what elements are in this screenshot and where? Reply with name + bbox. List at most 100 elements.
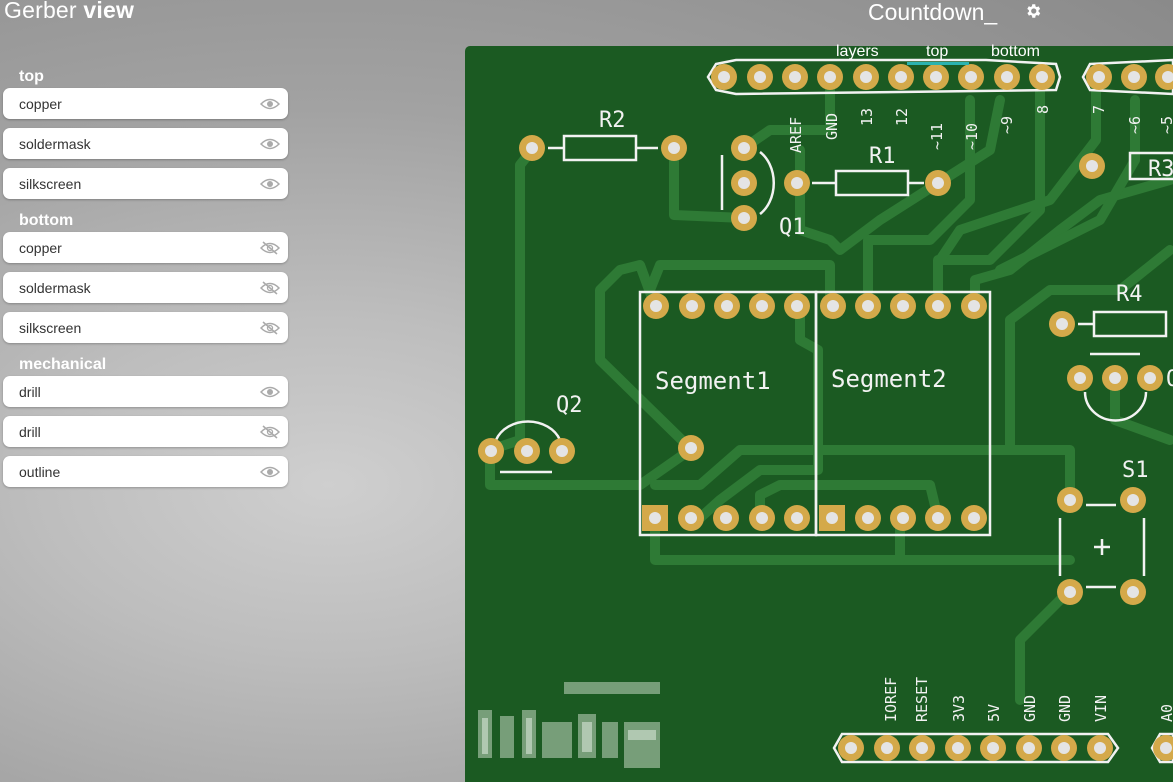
drill-hole — [1093, 71, 1105, 83]
label-q2: Q2 — [556, 393, 583, 418]
layer-panel: top copper soldermask silkscreen bottom … — [3, 64, 288, 496]
drill-hole — [1128, 71, 1140, 83]
drill-hole — [1109, 372, 1121, 384]
drill-hole — [897, 512, 909, 524]
drill-hole — [485, 445, 497, 457]
active-tab-indicator — [907, 62, 969, 65]
drill-hole — [789, 71, 801, 83]
drill-hole — [649, 512, 661, 524]
drill-hole — [930, 71, 942, 83]
pin-label: 7 — [1090, 105, 1108, 114]
drill-hole — [756, 512, 768, 524]
tab-bottom[interactable]: bottom — [991, 43, 1040, 61]
drill-hole — [862, 512, 874, 524]
pin-label: GND — [823, 113, 841, 140]
drill-hole — [932, 512, 944, 524]
drill-hole — [881, 742, 893, 754]
drill-hole — [738, 212, 750, 224]
gear-icon[interactable] — [1024, 2, 1042, 20]
layer-bottom-silkscreen[interactable]: silkscreen — [3, 312, 288, 343]
tab-layers[interactable]: layers — [836, 43, 879, 61]
group-label-bottom: bottom — [19, 212, 74, 229]
drill-hole — [1023, 742, 1035, 754]
drill-hole — [738, 142, 750, 154]
drill-hole — [791, 300, 803, 312]
layer-bottom-soldermask[interactable]: soldermask — [3, 272, 288, 303]
pin-label: ~6 — [1126, 116, 1144, 134]
eye-icon[interactable] — [260, 97, 280, 111]
drill-hole — [932, 177, 944, 189]
label-r3: R3 — [1148, 157, 1173, 182]
drill-hole — [1127, 494, 1139, 506]
layer-label: copper — [19, 239, 62, 256]
eye-icon[interactable] — [260, 137, 280, 151]
drill-hole — [791, 177, 803, 189]
drill-hole — [987, 742, 999, 754]
eye-icon[interactable] — [260, 385, 280, 399]
pin-label: 12 — [893, 108, 911, 126]
eye-off-icon[interactable] — [260, 240, 280, 255]
drill-hole — [968, 300, 980, 312]
layer-label: copper — [19, 95, 62, 112]
drill-hole — [862, 300, 874, 312]
drill-hole — [845, 742, 857, 754]
drill-hole — [1036, 71, 1048, 83]
drill-hole — [965, 71, 977, 83]
board-logo-blurred — [478, 682, 668, 772]
pin-label: RESET — [913, 677, 931, 722]
drill-hole — [952, 742, 964, 754]
drill-hole — [1074, 372, 1086, 384]
layer-top-silkscreen[interactable]: silkscreen — [3, 168, 288, 199]
layer-label: drill — [19, 383, 41, 400]
drill-hole — [1144, 372, 1156, 384]
drill-hole — [1058, 742, 1070, 754]
pin-label: IOREF — [882, 677, 900, 722]
layer-mechanical-drill-2[interactable]: drill — [3, 416, 288, 447]
drill-hole — [916, 742, 928, 754]
pcb-board-view[interactable]: R2 R1 R3 R4 Q1 Q2 Q3 S1 Segment1 Segment… — [465, 46, 1173, 782]
label-r4: R4 — [1116, 282, 1143, 307]
layer-label: drill — [19, 423, 41, 440]
layer-top-copper[interactable]: copper — [3, 88, 288, 119]
label-r2: R2 — [599, 108, 626, 133]
drill-hole — [756, 300, 768, 312]
pin-label: VIN — [1092, 695, 1110, 722]
drill-hole — [791, 512, 803, 524]
pin-label: ~11 — [928, 123, 946, 150]
drill-hole — [738, 177, 750, 189]
label-segment1: Segment1 — [655, 367, 771, 395]
layer-label: silkscreen — [19, 175, 82, 192]
label-segment2: Segment2 — [831, 365, 947, 393]
drill-hole — [720, 512, 732, 524]
eye-off-icon[interactable] — [260, 424, 280, 439]
drill-hole — [718, 71, 730, 83]
drill-hole — [826, 512, 838, 524]
layer-mechanical-outline[interactable]: outline — [3, 456, 288, 487]
drill-hole — [1056, 318, 1068, 330]
eye-off-icon[interactable] — [260, 320, 280, 335]
pin-label: 8 — [1034, 105, 1052, 114]
layer-mechanical-drill-1[interactable]: drill — [3, 376, 288, 407]
drill-hole — [968, 512, 980, 524]
drill-hole — [1001, 71, 1013, 83]
drill-hole — [860, 71, 872, 83]
layer-bottom-copper[interactable]: copper — [3, 232, 288, 263]
layer-top-soldermask[interactable]: soldermask — [3, 128, 288, 159]
drill-hole — [521, 445, 533, 457]
pin-label: GND — [1021, 695, 1039, 722]
eye-off-icon[interactable] — [260, 280, 280, 295]
eye-icon[interactable] — [260, 177, 280, 191]
pin-label: 13 — [858, 108, 876, 126]
drill-hole — [526, 142, 538, 154]
drill-hole — [1064, 494, 1076, 506]
layer-label: outline — [19, 463, 61, 480]
drill-hole — [1094, 742, 1106, 754]
eye-icon[interactable] — [260, 465, 280, 479]
drill-hole — [827, 300, 839, 312]
project-title: Countdown_ — [868, 0, 998, 25]
layer-label: soldermask — [19, 279, 91, 296]
pin-label: ~9 — [998, 116, 1016, 134]
tab-top[interactable]: top — [926, 43, 948, 61]
drill-hole — [650, 300, 662, 312]
app-title: Gerber view — [4, 0, 135, 23]
